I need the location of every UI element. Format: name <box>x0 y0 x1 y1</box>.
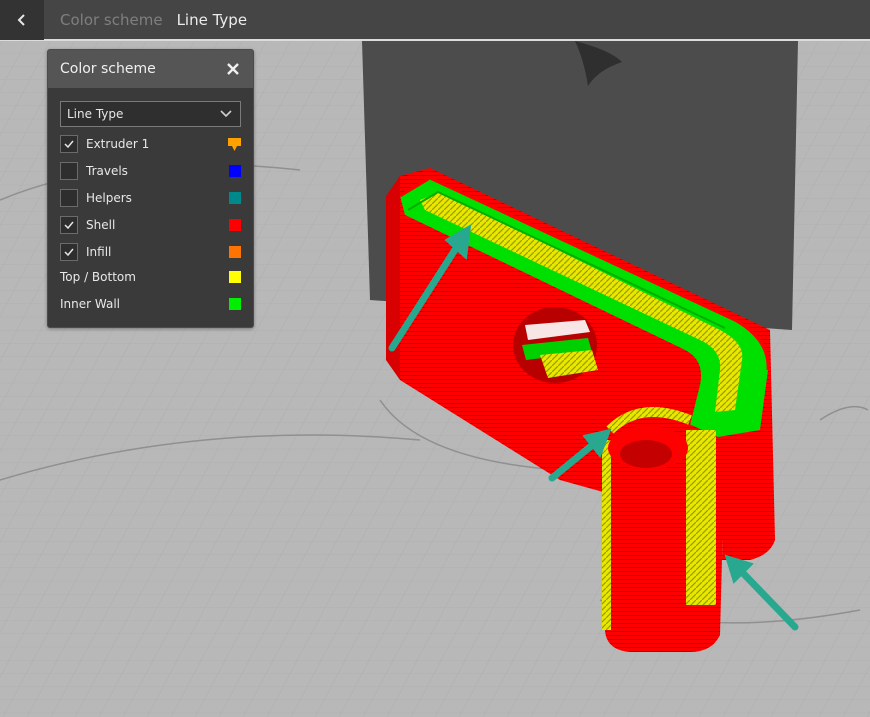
travels-color-swatch <box>229 165 241 177</box>
chevron-down-icon <box>220 110 232 118</box>
helpers-label: Helpers <box>86 191 132 205</box>
top-bottom-color-swatch <box>229 271 241 283</box>
legend-row-infill: Infill <box>60 241 241 263</box>
helpers-checkbox[interactable] <box>60 189 78 207</box>
travels-checkbox[interactable] <box>60 162 78 180</box>
legend-row-shell: Shell <box>60 214 241 236</box>
infill-color-swatch <box>229 246 241 258</box>
close-button[interactable] <box>225 61 241 77</box>
shell-checkbox[interactable] <box>60 216 78 234</box>
inner-wall-color-swatch <box>229 298 241 310</box>
shell-label: Shell <box>86 218 116 232</box>
top-bar: Color scheme Line Type <box>0 0 870 41</box>
extruder-flag-icon <box>228 137 241 151</box>
inner-wall-label: Inner Wall <box>60 297 120 311</box>
travels-label: Travels <box>86 164 128 178</box>
breadcrumb-parent[interactable]: Color scheme <box>60 11 163 29</box>
legend-row-top-bottom: Top / Bottom <box>60 266 241 288</box>
shell-color-swatch <box>229 219 241 231</box>
breadcrumb-current: Line Type <box>176 10 248 29</box>
dropdown-value: Line Type <box>67 107 124 121</box>
infill-label: Infill <box>86 245 112 259</box>
color-scheme-dropdown[interactable]: Line Type <box>60 101 241 127</box>
panel-title: Color scheme <box>60 61 156 77</box>
close-icon <box>227 63 239 75</box>
helpers-color-swatch <box>229 192 241 204</box>
legend-row-helpers: Helpers <box>60 187 241 209</box>
legend-row-extruder-1: Extruder 1 <box>60 133 241 155</box>
legend-row-travels: Travels <box>60 160 241 182</box>
back-button[interactable] <box>0 0 44 40</box>
top-bottom-label: Top / Bottom <box>60 270 136 284</box>
checkmark-icon <box>64 248 74 256</box>
checkmark-icon <box>64 221 74 229</box>
color-scheme-panel: Color scheme Line Type Extruder 1 Travel… <box>47 49 254 328</box>
chevron-left-icon <box>17 13 25 26</box>
panel-header: Color scheme <box>48 50 253 88</box>
infill-checkbox[interactable] <box>60 243 78 261</box>
extruder-1-checkbox[interactable] <box>60 135 78 153</box>
extruder-1-label: Extruder 1 <box>86 137 150 151</box>
checkmark-icon <box>64 140 74 148</box>
legend-row-inner-wall: Inner Wall <box>60 293 241 315</box>
